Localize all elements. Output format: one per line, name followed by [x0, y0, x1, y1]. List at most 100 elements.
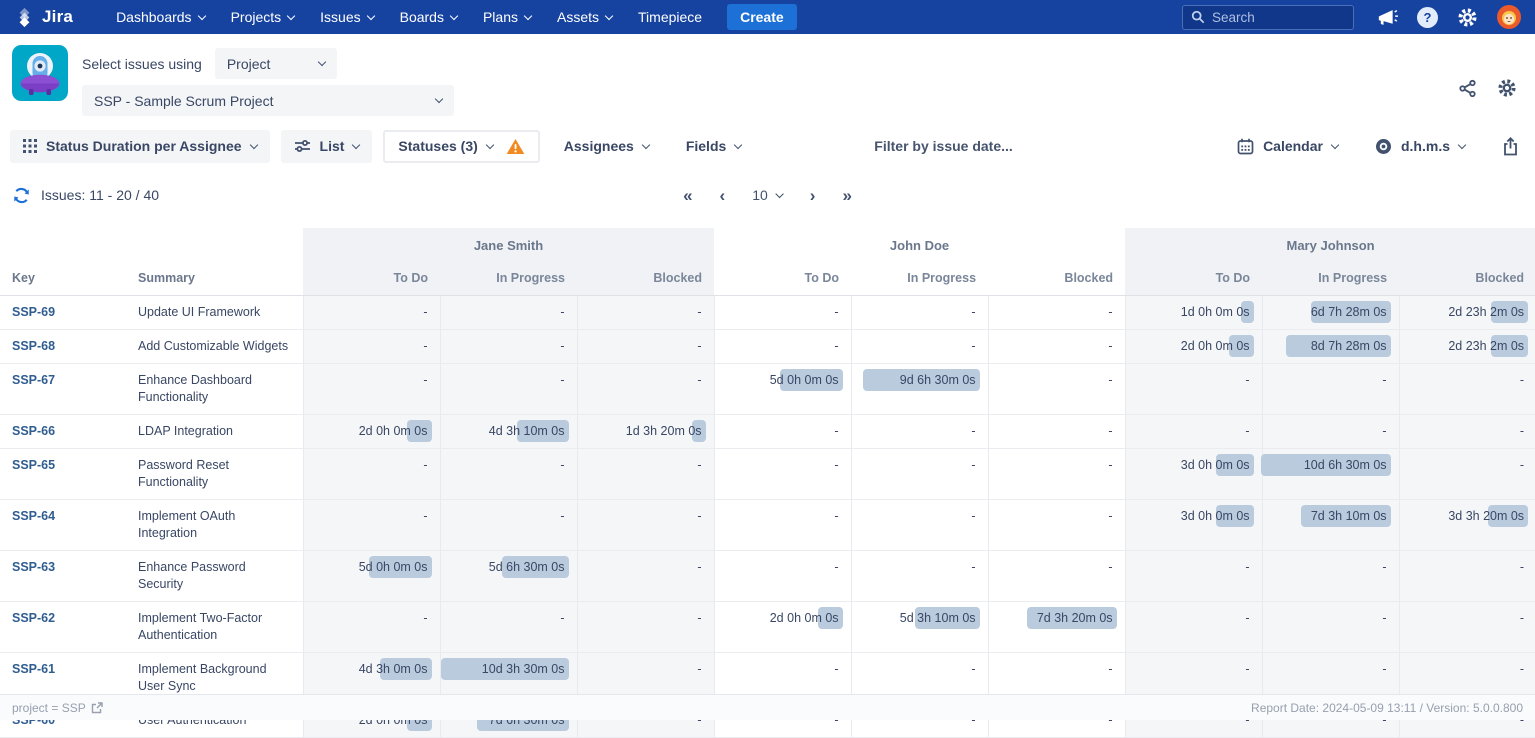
assignees-dropdown[interactable]: Assignees	[551, 130, 662, 163]
issue-source-dropdown[interactable]: Project	[215, 48, 337, 79]
duration-cell: -	[440, 363, 577, 414]
duration-cell: -	[988, 499, 1125, 550]
nav-item-projects[interactable]: Projects	[218, 0, 308, 34]
duration-cell: -	[988, 363, 1125, 414]
duration-value: 7d 3h 20m 0s	[1037, 611, 1113, 625]
project-dropdown[interactable]: SSP - Sample Scrum Project	[82, 85, 454, 116]
duration-empty: -	[1245, 560, 1249, 574]
duration-value: 1d 0h 0m 0s	[1181, 305, 1250, 319]
top-navigation-bar: Jira DashboardsProjects Issues BoardsPlans…	[0, 0, 1535, 34]
duration-cell: -	[1262, 601, 1399, 652]
issue-key-link[interactable]: SSP-69	[12, 305, 55, 319]
external-link-icon[interactable]	[91, 702, 103, 714]
duration-empty: -	[423, 611, 427, 625]
duration-cell: -	[577, 295, 714, 329]
duration-cell: 9d 6h 30m 0s	[851, 363, 988, 414]
issue-key-link[interactable]: SSP-67	[12, 373, 55, 387]
issue-key-link[interactable]: SSP-63	[12, 560, 55, 574]
fields-dropdown[interactable]: Fields	[673, 130, 754, 163]
next-page-button[interactable]: ›	[810, 187, 816, 204]
issue-date-filter-input[interactable]	[874, 138, 1084, 154]
duration-cell: -	[714, 295, 851, 329]
create-button[interactable]: Create	[727, 4, 797, 30]
first-page-button[interactable]: «	[683, 187, 692, 204]
export-icon[interactable]	[1502, 137, 1519, 156]
nav-item-plans[interactable]: Plans	[470, 0, 544, 34]
view-dropdown[interactable]: List	[281, 130, 373, 163]
nav-item-timepiece[interactable]: Timepiece	[625, 0, 715, 34]
duration-cell: 8d 7h 28m 0s	[1262, 329, 1399, 363]
duration-empty: -	[560, 611, 564, 625]
calendar-dropdown[interactable]: Calendar	[1224, 130, 1351, 163]
issues-count-label: Issues: 11 - 20 / 40	[41, 187, 159, 203]
refresh-icon[interactable]	[12, 186, 31, 205]
report-settings-gear-icon[interactable]	[1497, 78, 1517, 98]
duration-empty: -	[423, 339, 427, 353]
nav-search-box[interactable]	[1182, 5, 1354, 30]
search-input[interactable]	[1212, 10, 1332, 25]
nav-item-dashboards[interactable]: Dashboards	[103, 0, 218, 34]
duration-cell: -	[714, 448, 851, 499]
nav-item-issues[interactable]: Issues	[307, 0, 386, 34]
duration-cell: -	[851, 295, 988, 329]
duration-cell: -	[1262, 550, 1399, 601]
chevron-down-icon	[366, 11, 374, 19]
report-type-dropdown[interactable]: Status Duration per Assignee	[10, 130, 270, 163]
key-cell: SSP-63	[0, 550, 135, 601]
issue-key-link[interactable]: SSP-68	[12, 339, 55, 353]
duration-cell: -	[851, 329, 988, 363]
table-header: Jane SmithJohn DoeMary JohnsonKeySummary…	[0, 228, 1535, 295]
issue-key-link[interactable]: SSP-62	[12, 611, 55, 625]
prev-page-button[interactable]: ‹	[720, 187, 726, 204]
duration-empty: -	[1382, 373, 1386, 387]
duration-empty: -	[834, 305, 838, 319]
duration-cell: -	[1125, 414, 1262, 448]
duration-cell: 2d 0h 0m 0s	[714, 601, 851, 652]
time-format-dropdown[interactable]: d.h.m.s	[1362, 130, 1478, 163]
duration-value: 2d 0h 0m 0s	[770, 611, 839, 625]
duration-cell: -	[577, 448, 714, 499]
duration-value: 6d 7h 28m 0s	[1311, 305, 1387, 319]
duration-cell: 2d 23h 2m 0s	[1399, 329, 1535, 363]
duration-empty: -	[1382, 662, 1386, 676]
duration-value: 5d 6h 30m 0s	[489, 560, 565, 574]
duration-cell: -	[851, 499, 988, 550]
duration-cell: -	[988, 295, 1125, 329]
chevron-down-icon	[486, 140, 494, 148]
duration-cell: -	[303, 601, 440, 652]
report-date-version-label: Report Date: 2024-05-09 13:11 / Version:…	[1251, 701, 1523, 715]
sliders-icon	[294, 139, 311, 153]
announcements-megaphone-icon[interactable]	[1376, 7, 1398, 27]
duration-empty: -	[971, 339, 975, 353]
chevron-down-icon	[318, 58, 326, 66]
help-icon[interactable]: ?	[1417, 7, 1438, 28]
issue-key-link[interactable]: SSP-64	[12, 509, 55, 523]
nav-item-boards[interactable]: Boards	[387, 0, 470, 34]
issue-key-link[interactable]: SSP-66	[12, 424, 55, 438]
issue-key-link[interactable]: SSP-65	[12, 458, 55, 472]
user-avatar[interactable]	[1497, 5, 1521, 29]
jira-logo-icon	[14, 7, 35, 28]
settings-gear-icon[interactable]	[1457, 7, 1478, 28]
duration-empty: -	[1520, 662, 1524, 676]
duration-value: 5d 3h 10m 0s	[900, 611, 976, 625]
calendar-icon	[1237, 138, 1254, 155]
last-page-button[interactable]: »	[842, 187, 851, 204]
page-size-dropdown[interactable]: 10	[752, 187, 783, 203]
duration-cell: -	[577, 329, 714, 363]
duration-cell: 10d 6h 30m 0s	[1262, 448, 1399, 499]
nav-item-label: Issues	[320, 9, 360, 25]
issue-key-link[interactable]: SSP-61	[12, 662, 55, 676]
nav-item-assets[interactable]: Assets	[544, 0, 625, 34]
duration-value: 2d 23h 2m 0s	[1448, 339, 1524, 353]
share-icon[interactable]	[1458, 78, 1477, 98]
status-column-header: Blocked	[988, 262, 1125, 295]
jira-brand[interactable]: Jira	[14, 7, 73, 28]
duration-cell: -	[1262, 414, 1399, 448]
statuses-dropdown[interactable]: Statuses (3)	[383, 130, 539, 163]
duration-cell: 1d 3h 20m 0s	[577, 414, 714, 448]
column-header-row: KeySummaryTo DoIn ProgressBlockedTo DoIn…	[0, 262, 1535, 295]
summary-cell: Implement Two-Factor Authentication	[135, 601, 303, 652]
duration-cell: -	[440, 295, 577, 329]
key-cell: SSP-62	[0, 601, 135, 652]
